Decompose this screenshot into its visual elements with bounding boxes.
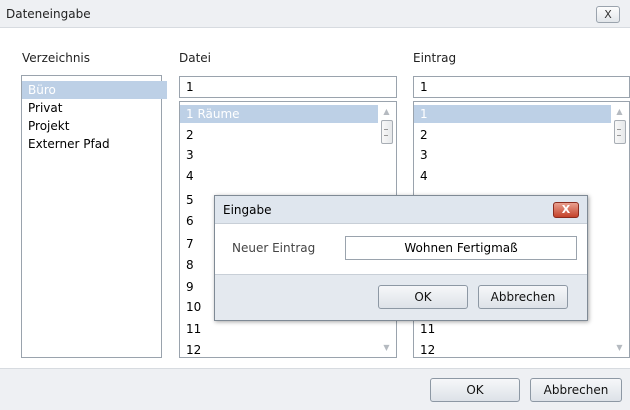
datei-item-12[interactable]: 12 xyxy=(180,341,201,357)
datei-item-1[interactable]: 1 Räume xyxy=(180,105,383,123)
datei-item-4[interactable]: 4 xyxy=(180,167,194,185)
ok-button[interactable]: OK xyxy=(430,378,520,402)
verzeichnis-list[interactable]: Büro Privat Projekt Externer Pfad xyxy=(21,75,167,358)
verzeichnis-item-privat[interactable]: Privat xyxy=(22,99,62,117)
verzeichnis-label: Verzeichnis xyxy=(22,51,91,65)
datei-item-8[interactable]: 8 xyxy=(180,256,194,274)
eintrag-item-1[interactable]: 1 xyxy=(414,105,616,123)
eintrag-item-3[interactable]: 3 xyxy=(414,146,428,164)
scroll-up-icon[interactable]: ▲ xyxy=(611,105,628,119)
eingabe-cancel-button[interactable]: Abbrechen xyxy=(478,285,568,309)
verzeichnis-item-externer-pfad[interactable]: Externer Pfad xyxy=(22,135,110,153)
scroll-up-icon[interactable]: ▲ xyxy=(378,105,395,119)
eintrag-item-2[interactable]: 2 xyxy=(414,126,428,144)
eintrag-item-4[interactable]: 4 xyxy=(414,167,428,185)
eintrag-label: Eintrag xyxy=(413,51,457,65)
scroll-thumb[interactable] xyxy=(381,120,393,144)
neuer-eintrag-label: Neuer Eintrag xyxy=(232,241,316,255)
eintrag-item-11[interactable]: 11 xyxy=(414,320,435,338)
datei-item-9[interactable]: 9 xyxy=(180,278,194,296)
datei-label: Datei xyxy=(179,51,212,65)
datei-item-11[interactable]: 11 xyxy=(180,320,201,338)
datei-item-5[interactable]: 5 xyxy=(180,191,194,209)
scroll-down-icon[interactable]: ▼ xyxy=(378,341,395,355)
eintrag-item-12[interactable]: 12 xyxy=(414,341,435,357)
datei-item-7[interactable]: 7 xyxy=(180,235,194,253)
eingabe-ok-button[interactable]: OK xyxy=(378,285,468,309)
verzeichnis-item-projekt[interactable]: Projekt xyxy=(22,117,69,135)
verzeichnis-item-buero[interactable]: Büro xyxy=(22,81,167,99)
cancel-button[interactable]: Abbrechen xyxy=(530,378,622,402)
window-close-button[interactable]: X xyxy=(596,6,620,23)
window-title-bar xyxy=(0,0,630,28)
neuer-eintrag-input[interactable]: Wohnen Fertigmaß xyxy=(345,236,577,260)
datei-input[interactable]: 1 xyxy=(179,76,397,98)
datei-item-2[interactable]: 2 xyxy=(180,126,194,144)
window-title: Dateneingabe xyxy=(6,7,91,21)
eingabe-close-button[interactable]: X xyxy=(553,202,579,218)
scroll-down-icon[interactable]: ▼ xyxy=(611,341,628,355)
eingabe-title: Eingabe xyxy=(223,203,272,217)
eintrag-input[interactable]: 1 xyxy=(413,76,630,98)
eingabe-dialog: Eingabe X Neuer Eintrag Wohnen Fertigmaß… xyxy=(214,195,588,321)
eintrag-scrollbar[interactable]: ▲ ▼ xyxy=(611,103,628,357)
datei-item-3[interactable]: 3 xyxy=(180,146,194,164)
datei-item-6[interactable]: 6 xyxy=(180,212,194,230)
scroll-thumb[interactable] xyxy=(614,120,626,144)
datei-item-10[interactable]: 10 xyxy=(180,298,201,316)
